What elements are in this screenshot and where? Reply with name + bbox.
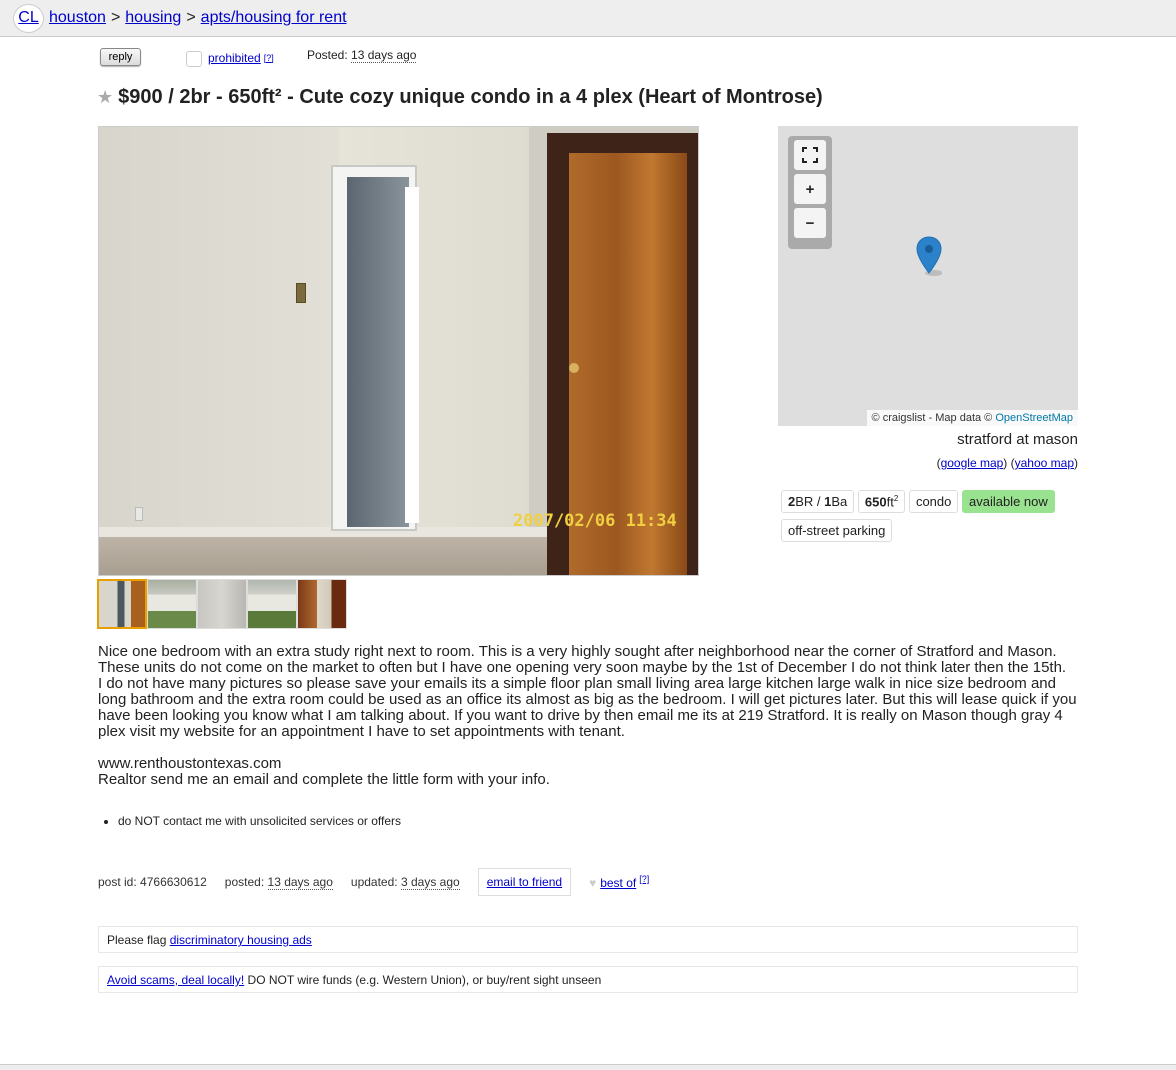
photo-timestamp: 2007/02/06 11:34 bbox=[513, 511, 677, 531]
breadcrumb-separator: > bbox=[186, 9, 196, 26]
posted-value: 13 days ago bbox=[351, 48, 417, 63]
posted-label: Posted: bbox=[307, 48, 348, 62]
breadcrumb-separator: > bbox=[110, 9, 121, 26]
breadcrumb-houston[interactable]: houston bbox=[49, 9, 106, 27]
posting-title: ★ $900 / 2br - 650ft² - Cute cozy unique… bbox=[97, 86, 1097, 109]
yahoo-map-link[interactable]: yahoo map bbox=[1015, 456, 1074, 470]
google-map-link[interactable]: google map bbox=[941, 456, 1004, 470]
flag-discrimination-box: Please flag discriminatory housing ads bbox=[98, 926, 1078, 953]
map[interactable]: + − © craigslist - Map data © OpenStreet… bbox=[778, 126, 1078, 426]
zoom-out-button[interactable]: − bbox=[794, 208, 826, 238]
breadcrumb-housing[interactable]: housing bbox=[125, 9, 181, 27]
heart-icon[interactable]: ♥ bbox=[589, 876, 596, 890]
breadcrumb-apts[interactable]: apts/housing for rent bbox=[201, 9, 347, 27]
email-to-friend-link[interactable]: email to friend bbox=[487, 875, 562, 889]
map-links: (google map) (yahoo map) bbox=[936, 456, 1078, 470]
prohibited-link[interactable]: prohibited bbox=[208, 51, 261, 65]
attr-parking: off-street parking bbox=[781, 519, 893, 543]
discriminatory-ads-link[interactable]: discriminatory housing ads bbox=[170, 933, 312, 947]
post-footer: post id: 4766630612 posted: 13 days ago … bbox=[98, 868, 667, 896]
post-updated: updated: 3 days ago bbox=[350, 875, 460, 890]
thumbnail[interactable] bbox=[147, 579, 197, 629]
photo-thumbnails bbox=[97, 579, 347, 629]
fullscreen-icon bbox=[802, 147, 818, 163]
notices: do NOT contact me with unsolicited servi… bbox=[98, 814, 401, 828]
craigslist-logo-link[interactable]: CL bbox=[13, 3, 44, 33]
body-paragraph: I do not have many pictures so please sa… bbox=[98, 675, 1077, 740]
map-controls: + − bbox=[788, 136, 832, 249]
prohibited-help-link[interactable]: [?] bbox=[264, 53, 274, 63]
thumbnail[interactable] bbox=[197, 579, 247, 629]
best-of-link[interactable]: best of bbox=[600, 876, 636, 890]
thumbnail[interactable] bbox=[97, 579, 147, 629]
openstreetmap-link[interactable]: OpenStreetMap bbox=[995, 412, 1073, 424]
reply-button[interactable]: reply bbox=[100, 48, 141, 66]
best-of-help-link[interactable]: [?] bbox=[639, 874, 649, 884]
notice-item: do NOT contact me with unsolicited servi… bbox=[118, 814, 401, 828]
prohibited-checkbox[interactable] bbox=[186, 51, 202, 67]
page-bottom-border bbox=[0, 1064, 1176, 1070]
posted-date: Posted: 13 days ago bbox=[307, 48, 417, 63]
body-paragraph: Realtor send me an email and complete th… bbox=[98, 771, 550, 788]
body-website: www.renthoustontexas.com bbox=[98, 755, 282, 772]
thumbnail[interactable] bbox=[297, 579, 347, 629]
map-marker-icon[interactable] bbox=[916, 236, 942, 276]
best-of: ♥ best of [?] bbox=[589, 874, 649, 890]
scam-warning-box: Avoid scams, deal locally! DO NOT wire f… bbox=[98, 966, 1078, 993]
posting-body: Nice one bedroom with an extra study rig… bbox=[98, 644, 1078, 788]
main-photo[interactable]: 2007/02/06 11:34 bbox=[98, 126, 699, 576]
flag-prohibited: prohibited [?] bbox=[186, 48, 274, 67]
attr-bedrooms-bathrooms: 2BR / 1Ba bbox=[781, 490, 855, 514]
post-id: post id: 4766630612 bbox=[98, 875, 207, 889]
star-icon[interactable]: ★ bbox=[97, 87, 113, 108]
map-address: stratford at mason bbox=[957, 431, 1078, 448]
attr-availability: available now bbox=[961, 490, 1055, 514]
title-text: - Cute cozy unique condo in a 4 plex (He… bbox=[287, 86, 823, 108]
zoom-in-button[interactable]: + bbox=[794, 174, 826, 204]
housing-size: / 2br - 650ft² bbox=[168, 86, 282, 108]
attr-sqft: 650ft2 bbox=[857, 490, 906, 514]
body-paragraph: Nice one bedroom with an extra study rig… bbox=[98, 643, 1067, 676]
avoid-scams-link[interactable]: Avoid scams, deal locally! bbox=[107, 973, 244, 987]
posting-infoline: reply prohibited [?] Posted: 13 days ago bbox=[98, 45, 1078, 69]
breadcrumb: CL houston > housing > apts/housing for … bbox=[0, 0, 1176, 37]
attribute-group: 2BR / 1Ba 650ft2 condo available now off… bbox=[781, 490, 1081, 548]
attr-housing-type: condo bbox=[908, 490, 959, 514]
price: $900 bbox=[118, 86, 163, 108]
fullscreen-button[interactable] bbox=[794, 140, 826, 170]
post-posted: posted: 13 days ago bbox=[224, 875, 333, 890]
email-to-friend: email to friend bbox=[477, 868, 572, 896]
thumbnail[interactable] bbox=[247, 579, 297, 629]
map-attribution: © craigslist - Map data © OpenStreetMap bbox=[866, 410, 1078, 426]
